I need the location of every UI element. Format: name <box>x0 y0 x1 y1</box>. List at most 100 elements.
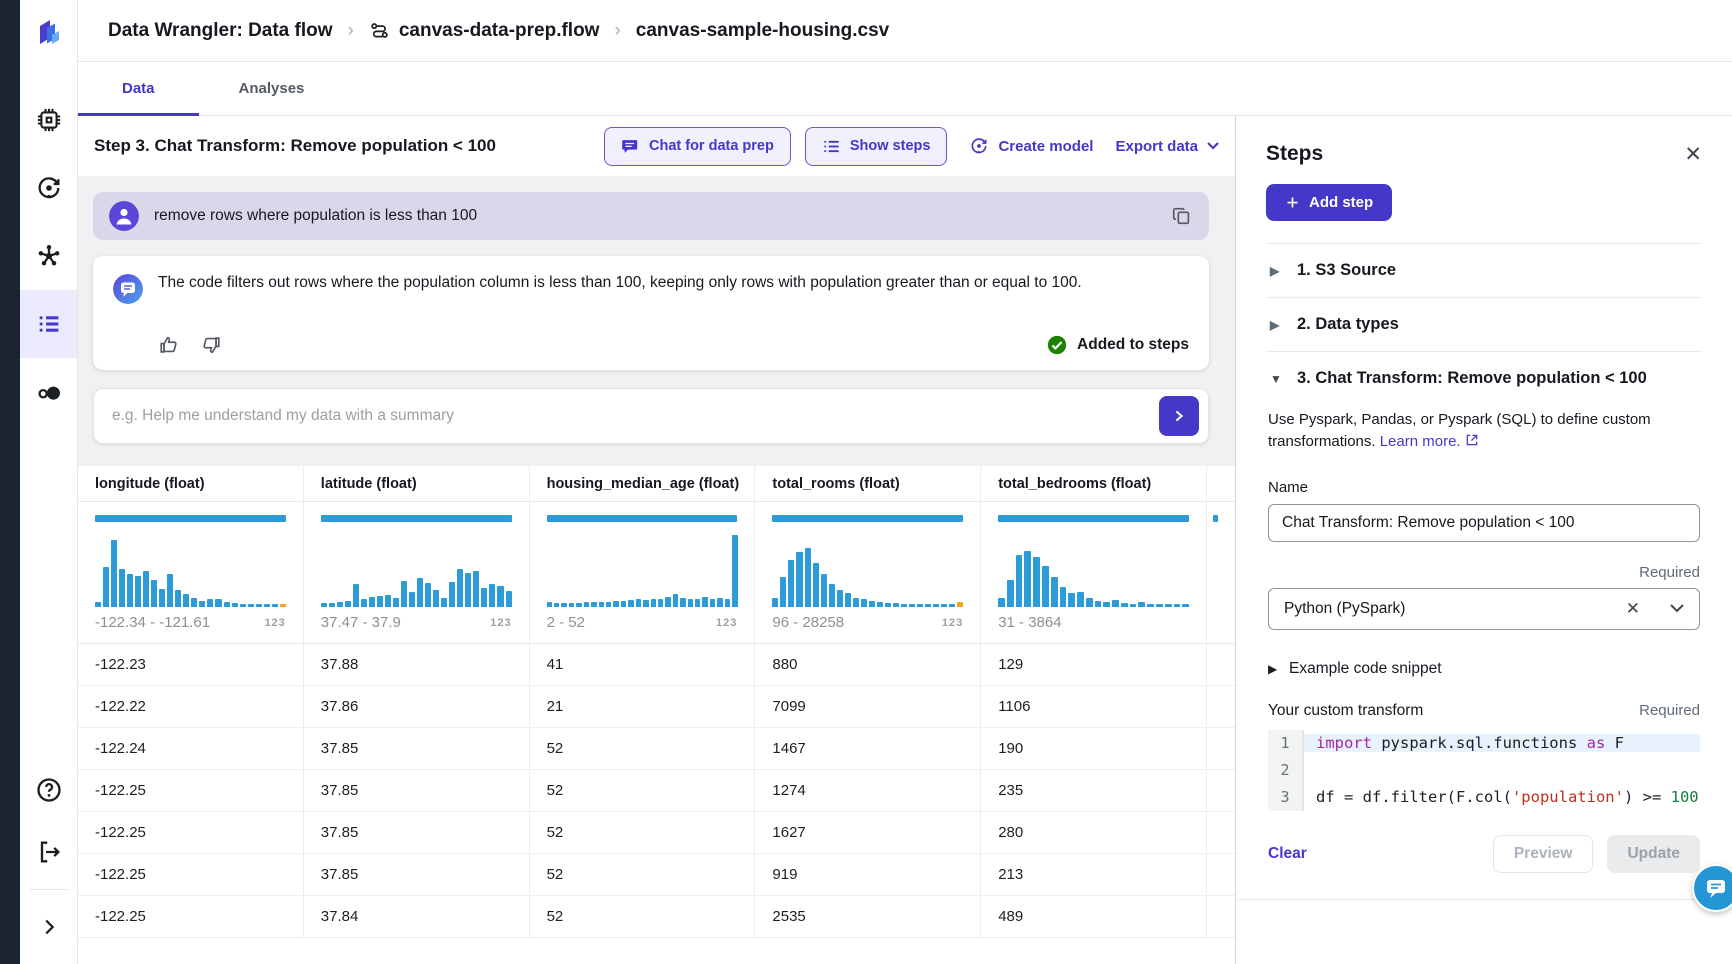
column-header-total_rooms[interactable]: total_rooms (float) <box>755 466 981 502</box>
histogram-bars <box>998 531 1189 607</box>
step-toolbar: Step 3. Chat Transform: Remove populatio… <box>78 116 1235 176</box>
chevron-down-icon[interactable] <box>1670 604 1684 613</box>
column-header-longitude[interactable]: longitude (float) <box>78 466 304 502</box>
histogram-bar <box>207 599 213 607</box>
breadcrumb: Data Wrangler: Data flow › canvas-data-p… <box>78 0 1732 62</box>
thumbs-down-icon[interactable] <box>200 334 222 356</box>
export-data-button[interactable]: Export data <box>1115 138 1219 155</box>
learn-more-link[interactable]: Learn more. <box>1380 433 1461 450</box>
breadcrumb-root[interactable]: Data Wrangler: Data flow <box>108 20 333 42</box>
steps-panel: Steps ✕ Add step ▶ 1. S3 Source ▶ <box>1236 116 1732 964</box>
table-cell-latitude: 37.86 <box>304 686 530 728</box>
caret-right-icon: ▶ <box>1270 264 1282 278</box>
floating-chat-button[interactable] <box>1692 864 1732 912</box>
user-message-text: remove rows where population is less tha… <box>154 207 1156 225</box>
tab-analyses[interactable]: Analyses <box>217 62 327 115</box>
sidebar-item-datasets[interactable] <box>20 358 77 426</box>
table-cell-housing_median_age: 41 <box>530 644 756 686</box>
create-model-button[interactable]: Create model <box>969 136 1093 156</box>
histogram-bar <box>877 602 883 607</box>
numeric-type-icon: 123 <box>942 617 963 629</box>
table-cell-longitude: -122.24 <box>78 728 304 770</box>
column-histogram-longitude: -122.34 - -121.61123 <box>78 502 304 644</box>
code-line: 2 <box>1268 757 1700 784</box>
histogram-bar <box>345 601 351 607</box>
histogram-bar <box>143 571 149 607</box>
column-header-total_bedrooms[interactable]: total_bedrooms (float) <box>981 466 1207 502</box>
table-cell-partial <box>1207 854 1235 896</box>
histogram-bar <box>780 577 786 607</box>
histogram-bar <box>199 601 205 607</box>
code-token: as <box>1577 734 1614 752</box>
clear-selection-icon[interactable]: ✕ <box>1626 599 1640 619</box>
table-cell-housing_median_age: 52 <box>530 770 756 812</box>
table-cell-housing_median_age: 21 <box>530 686 756 728</box>
histogram-bar <box>353 584 359 607</box>
thumbs-up-icon[interactable] <box>158 334 180 356</box>
histogram-bar <box>1051 577 1058 607</box>
add-step-button[interactable]: Add step <box>1266 184 1392 221</box>
sagemaker-canvas-logo[interactable] <box>20 0 77 62</box>
histogram-bar <box>813 563 819 607</box>
sidebar-collapse-toggle[interactable] <box>20 896 77 958</box>
histogram-bar <box>401 581 407 607</box>
sidebar-item-data-wrangler[interactable] <box>20 290 77 358</box>
step-item-3[interactable]: ▼ 3. Chat Transform: Remove population <… <box>1266 351 1702 405</box>
histogram-bar <box>240 604 246 607</box>
sidebar-item-help[interactable] <box>20 759 77 821</box>
line-number: 3 <box>1268 784 1304 811</box>
language-select[interactable]: Python (PySpark) ✕ <box>1268 588 1700 630</box>
code-content[interactable]: import pyspark.sql.functions as F <box>1304 734 1700 752</box>
histogram-bar <box>1033 557 1040 607</box>
step-item-2[interactable]: ▶ 2. Data types <box>1266 297 1702 351</box>
table-cell-longitude: -122.23 <box>78 644 304 686</box>
code-editor[interactable]: 1import pyspark.sql.functions as F23df =… <box>1268 730 1700 811</box>
sidebar-bottom-group <box>20 759 77 964</box>
histogram-bar <box>725 599 730 607</box>
breadcrumb-flow-file[interactable]: canvas-data-prep.flow <box>399 20 600 42</box>
clear-button[interactable]: Clear <box>1268 845 1307 863</box>
column-header-latitude[interactable]: latitude (float) <box>304 466 530 502</box>
histogram-bar <box>893 603 899 607</box>
step-item-label: 1. S3 Source <box>1297 261 1396 280</box>
column-range: 31 - 3864 <box>998 614 1061 631</box>
column-header-housing_median_age[interactable]: housing_median_age (float) <box>530 466 756 502</box>
histogram-bar <box>613 601 618 607</box>
external-link-icon[interactable] <box>1465 433 1479 447</box>
create-model-icon <box>969 136 989 156</box>
preview-button[interactable]: Preview <box>1493 835 1594 873</box>
show-steps-button[interactable]: Show steps <box>805 127 948 166</box>
sidebar-item-compute[interactable] <box>20 86 77 154</box>
step-item-1[interactable]: ▶ 1. S3 Source <box>1266 243 1702 297</box>
close-icon[interactable]: ✕ <box>1684 144 1702 165</box>
histogram-bar <box>547 602 552 607</box>
required-label: Required <box>1639 702 1700 719</box>
breadcrumb-dataset: canvas-sample-housing.csv <box>636 20 889 42</box>
tab-bar: Data Analyses <box>78 62 1732 116</box>
code-content[interactable]: df = df.filter(F.col('population') >= 10… <box>1304 788 1700 806</box>
steps-list-icon <box>822 137 841 156</box>
chat-input[interactable] <box>112 407 1159 425</box>
sidebar-item-logout[interactable] <box>20 821 77 883</box>
table-cell-total_bedrooms: 213 <box>981 854 1207 896</box>
copy-icon[interactable] <box>1171 205 1193 227</box>
update-button[interactable]: Update <box>1607 835 1700 873</box>
tab-data[interactable]: Data <box>78 62 199 115</box>
required-label: Required <box>1268 564 1700 581</box>
send-button[interactable] <box>1159 396 1199 436</box>
transform-name-input[interactable] <box>1268 504 1700 542</box>
sidebar-item-models[interactable] <box>20 222 77 290</box>
histogram-bar <box>628 600 633 607</box>
histogram-bar <box>441 598 447 607</box>
example-code-toggle[interactable]: ▶ Example code snippet <box>1268 660 1700 678</box>
histogram-bar <box>1138 602 1145 607</box>
histogram-bars <box>547 531 738 607</box>
sidebar-item-automations[interactable] <box>20 154 77 222</box>
add-step-label: Add step <box>1309 194 1373 211</box>
table-cell-partial <box>1207 812 1235 854</box>
chat-for-data-prep-button[interactable]: Chat for data prep <box>604 127 791 166</box>
histogram-bar <box>224 602 230 607</box>
step-item-label: 2. Data types <box>1297 315 1399 334</box>
histogram-selection-bar <box>998 515 1189 522</box>
chat-section: remove rows where population is less tha… <box>78 176 1235 466</box>
